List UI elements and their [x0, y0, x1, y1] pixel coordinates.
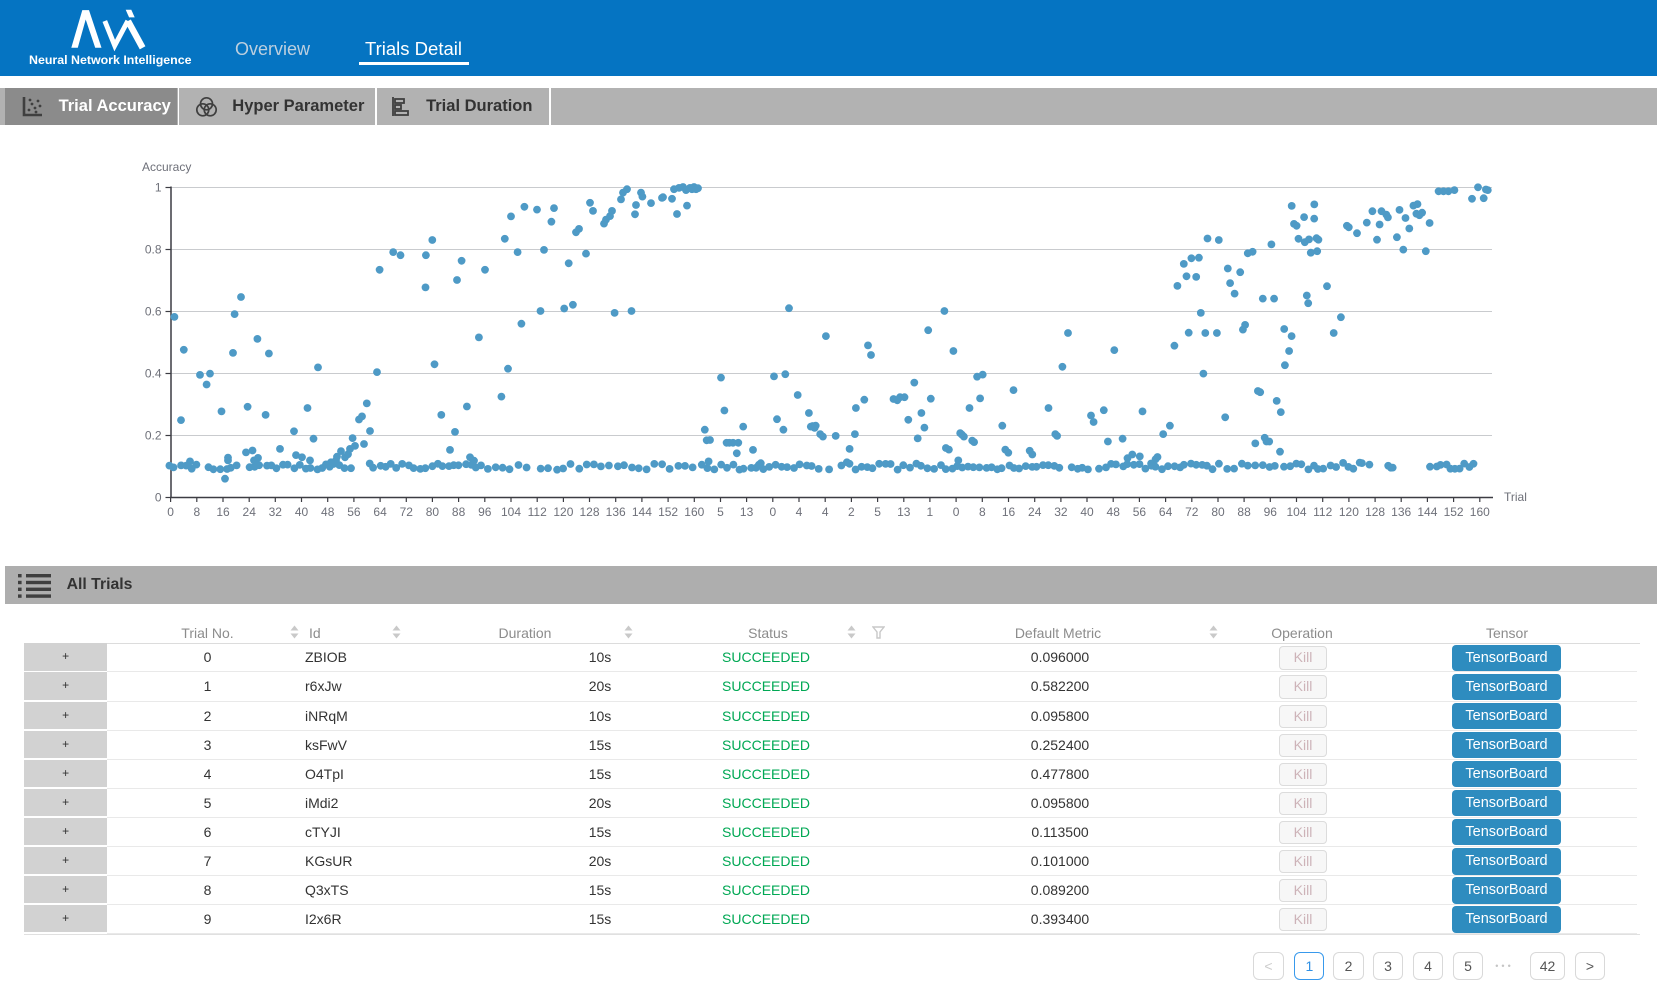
svg-text:0: 0	[167, 505, 174, 519]
svg-text:112: 112	[528, 505, 547, 519]
svg-text:8: 8	[193, 505, 200, 519]
svg-text:152: 152	[1444, 505, 1464, 519]
svg-text:160: 160	[1470, 505, 1490, 519]
svg-text:128: 128	[1365, 505, 1385, 519]
svg-text:13: 13	[897, 505, 911, 519]
svg-text:144: 144	[1417, 505, 1437, 519]
svg-text:0.8: 0.8	[145, 243, 162, 257]
svg-text:104: 104	[501, 505, 521, 519]
svg-text:96: 96	[1264, 505, 1278, 519]
svg-text:4: 4	[822, 505, 829, 519]
svg-text:96: 96	[478, 505, 492, 519]
svg-text:0.6: 0.6	[145, 305, 162, 319]
svg-text:32: 32	[269, 505, 283, 519]
svg-text:48: 48	[321, 505, 335, 519]
svg-text:128: 128	[579, 505, 599, 519]
svg-text:0.4: 0.4	[145, 367, 162, 381]
svg-text:112: 112	[1313, 505, 1332, 519]
svg-text:32: 32	[1054, 505, 1068, 519]
svg-text:1: 1	[155, 181, 162, 195]
svg-text:104: 104	[1286, 505, 1306, 519]
svg-text:Accuracy: Accuracy	[142, 160, 191, 174]
svg-text:8: 8	[979, 505, 986, 519]
svg-text:24: 24	[243, 505, 257, 519]
svg-text:5: 5	[717, 505, 724, 519]
svg-text:120: 120	[553, 505, 573, 519]
svg-text:160: 160	[684, 505, 704, 519]
svg-text:24: 24	[1028, 505, 1042, 519]
svg-text:16: 16	[1002, 505, 1016, 519]
svg-text:13: 13	[740, 505, 754, 519]
svg-text:40: 40	[295, 505, 309, 519]
svg-text:0: 0	[155, 491, 162, 505]
svg-text:16: 16	[216, 505, 230, 519]
svg-text:88: 88	[1237, 505, 1251, 519]
svg-text:64: 64	[1159, 505, 1173, 519]
svg-text:136: 136	[1391, 505, 1411, 519]
svg-text:Trial: Trial	[1504, 490, 1527, 504]
svg-text:48: 48	[1107, 505, 1121, 519]
svg-text:40: 40	[1080, 505, 1094, 519]
svg-text:1: 1	[927, 505, 934, 519]
svg-text:88: 88	[452, 505, 466, 519]
svg-text:144: 144	[632, 505, 652, 519]
svg-text:80: 80	[426, 505, 440, 519]
svg-text:72: 72	[1185, 505, 1199, 519]
svg-text:2: 2	[848, 505, 855, 519]
svg-text:80: 80	[1211, 505, 1225, 519]
svg-text:136: 136	[606, 505, 626, 519]
svg-text:120: 120	[1339, 505, 1359, 519]
svg-text:5: 5	[874, 505, 881, 519]
svg-text:0: 0	[953, 505, 960, 519]
svg-text:0.2: 0.2	[145, 429, 162, 443]
svg-text:152: 152	[658, 505, 678, 519]
svg-text:72: 72	[400, 505, 414, 519]
svg-text:56: 56	[347, 505, 361, 519]
svg-text:0: 0	[769, 505, 776, 519]
svg-text:64: 64	[373, 505, 387, 519]
svg-text:4: 4	[796, 505, 803, 519]
svg-text:56: 56	[1133, 505, 1147, 519]
